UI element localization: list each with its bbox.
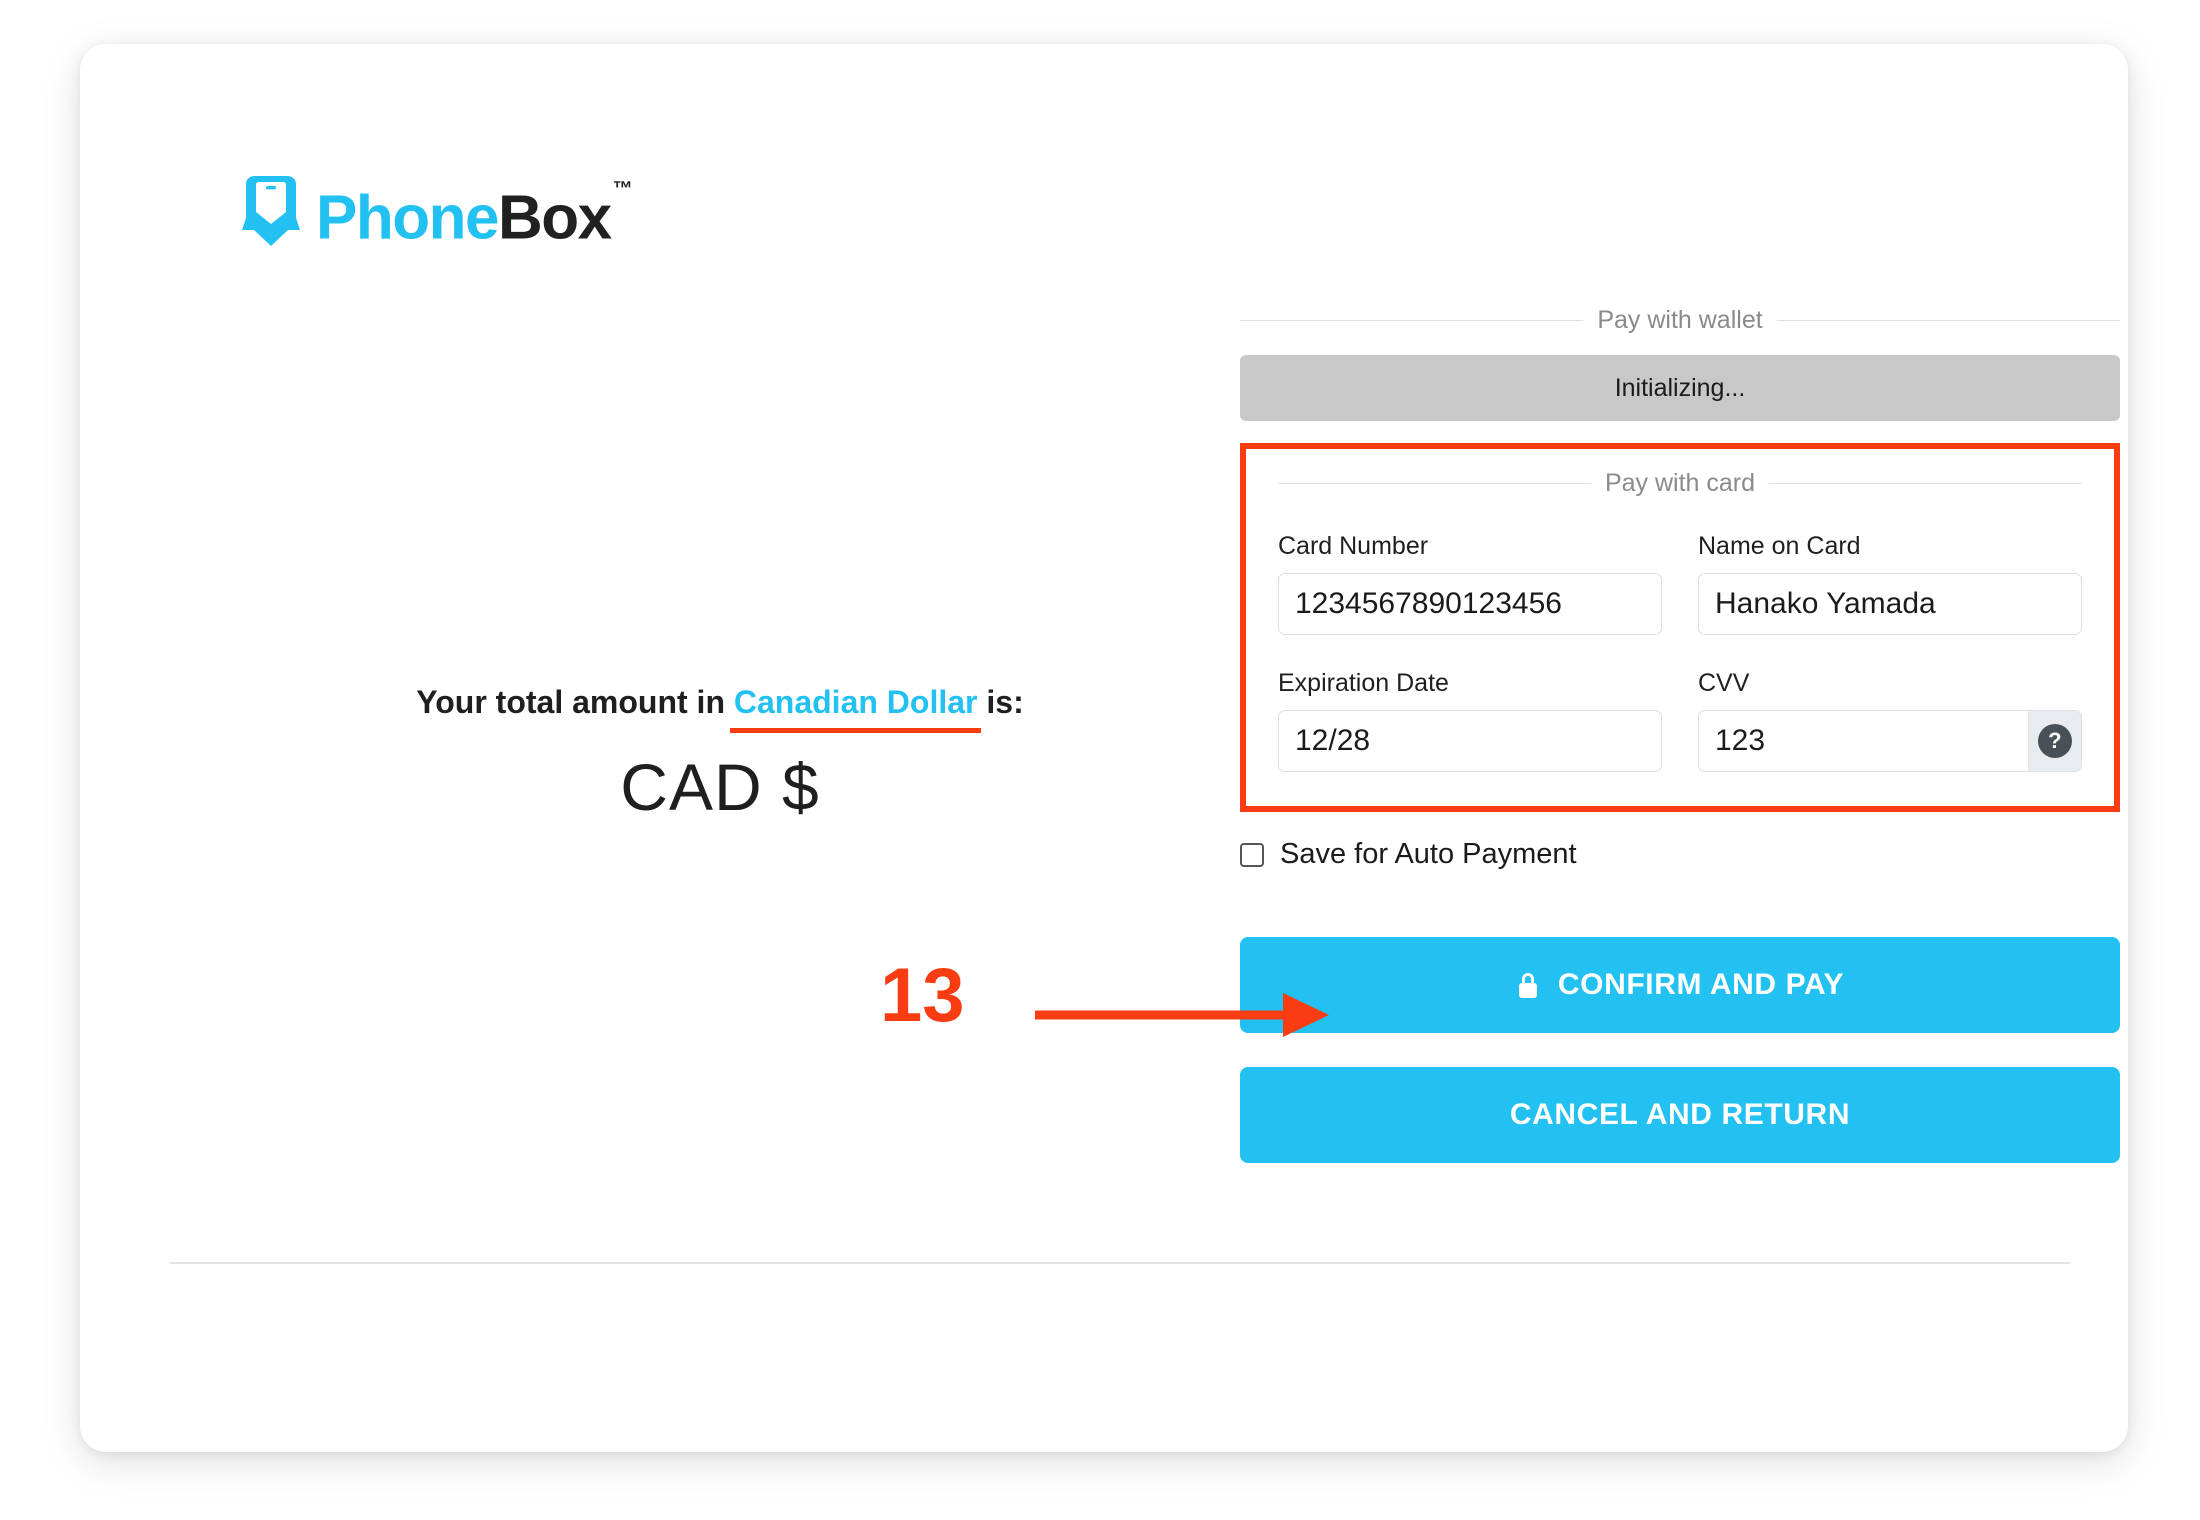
divider-line-right (1776, 320, 2121, 321)
cvv-label: CVV (1698, 669, 1750, 697)
step-number-annotation: 13 (880, 953, 965, 1038)
card-fields-row-2: Expiration Date CVV ? (1278, 669, 2082, 772)
phonebox-speech-bubble-icon (242, 176, 300, 246)
confirm-button-wrapper: CONFIRM AND PAY (1240, 937, 2120, 1033)
confirm-and-pay-button[interactable]: CONFIRM AND PAY (1240, 937, 2120, 1033)
payment-methods-column: Pay with wallet Initializing... Pay with… (1240, 306, 2121, 1163)
pay-with-wallet-divider: Pay with wallet (1240, 306, 2121, 335)
pay-with-card-label: Pay with card (1604, 469, 1756, 497)
save-for-auto-payment-checkbox[interactable] (1240, 842, 1264, 867)
expiration-date-field: Expiration Date (1278, 669, 1662, 772)
name-on-card-field: Name on Card (1698, 532, 2082, 635)
cvv-input[interactable] (1698, 710, 2028, 772)
name-on-card-input[interactable] (1698, 573, 2082, 635)
pay-with-card-divider: Pay with card (1278, 469, 2082, 498)
currency-name-link[interactable]: Canadian Dollar (729, 684, 982, 733)
payment-page: PhoneBox ™ Your total amount in Canadian … (0, 0, 2200, 1520)
payment-card-panel: PhoneBox ™ Your total amount in Canadian … (80, 44, 2128, 1452)
save-for-auto-payment-label: Save for Auto Payment (1280, 838, 1577, 870)
cvv-help-button[interactable]: ? (2027, 710, 2082, 772)
name-on-card-label: Name on Card (1698, 532, 1861, 560)
card-number-field: Card Number (1278, 532, 1662, 635)
trademark-symbol: ™ (612, 178, 633, 200)
total-amount-value: CAD $ (620, 750, 820, 824)
card-fields-row-1: Card Number Name on Card (1278, 532, 2082, 635)
cvv-field: CVV ? (1698, 669, 2082, 772)
confirm-and-pay-label: CONFIRM AND PAY (1557, 968, 1845, 1001)
wallet-initializing-button[interactable]: Initializing... (1240, 355, 2120, 421)
card-divider-line-right (1769, 483, 2082, 484)
cvv-input-group: ? (1698, 710, 2082, 772)
card-number-input[interactable] (1278, 573, 1662, 635)
phonebox-logo: PhoneBox ™ (242, 174, 633, 254)
currency-name-text: Canadian Dollar (733, 684, 978, 720)
expiration-date-label: Expiration Date (1278, 669, 1449, 697)
card-number-label: Card Number (1278, 532, 1429, 560)
cancel-and-return-label: CANCEL AND RETURN (1509, 1098, 1851, 1131)
phonebox-wordmark: PhoneBox ™ (316, 176, 633, 254)
logo-text-phone: Phone (316, 183, 499, 253)
footer-divider (170, 1262, 2070, 1264)
pay-with-wallet-label: Pay with wallet (1597, 306, 1763, 334)
currency-underline-annotation (729, 728, 982, 733)
wallet-button-label: Initializing... (1614, 373, 1746, 402)
cancel-and-return-button[interactable]: CANCEL AND RETURN (1240, 1067, 2120, 1163)
divider-line-left (1240, 320, 1584, 321)
logo-text-box: Box (497, 183, 612, 253)
save-for-auto-payment-row[interactable]: Save for Auto Payment (1240, 838, 2120, 871)
expiration-date-input[interactable] (1278, 710, 1662, 772)
question-mark-icon: ? (2037, 724, 2072, 758)
summary-suffix-text: is: (977, 684, 1024, 720)
summary-prefix-text: Your total amount in (416, 684, 734, 720)
pay-with-card-section: Pay with card Card Number Name on Card (1240, 443, 2120, 812)
lock-icon (1518, 973, 1537, 998)
step-arrow-annotation (1035, 993, 1329, 1037)
card-divider-line-left (1278, 483, 1591, 484)
total-amount-summary: Your total amount in Canadian Dollar is:… (250, 684, 1190, 825)
cancel-button-wrapper: CANCEL AND RETURN (1240, 1067, 2120, 1163)
total-amount-sentence: Your total amount in Canadian Dollar is: (250, 684, 1190, 733)
